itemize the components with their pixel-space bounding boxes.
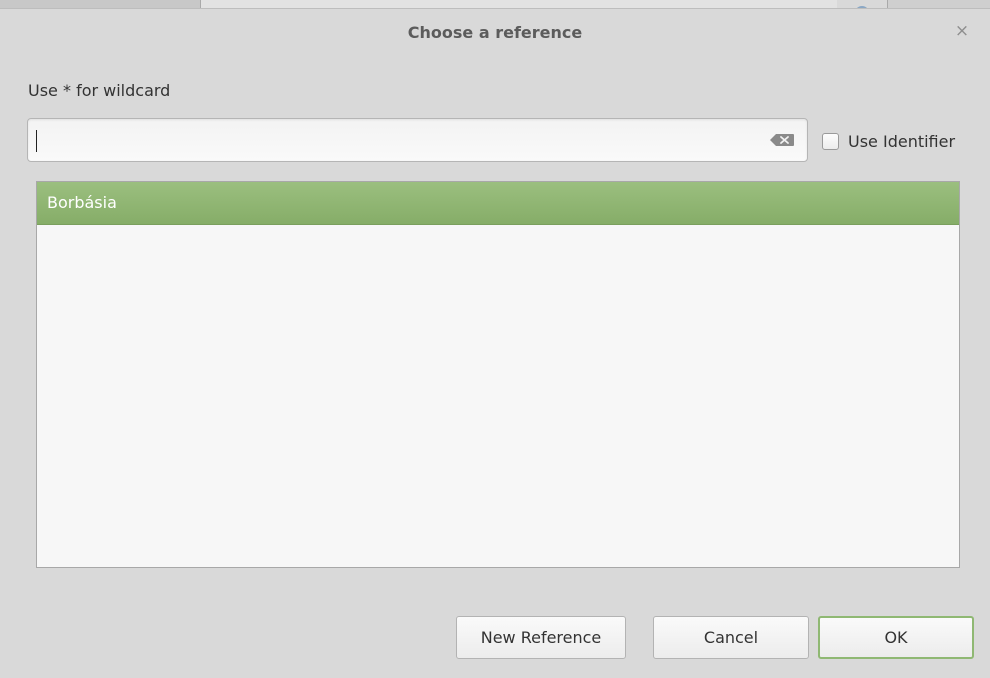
reference-list[interactable]: Borbásia (36, 181, 960, 568)
use-identifier-toggle[interactable]: Use Identifier (822, 130, 955, 152)
ok-button[interactable]: OK (818, 616, 974, 659)
list-item[interactable]: Borbásia (37, 182, 959, 225)
use-identifier-checkbox[interactable] (822, 132, 839, 150)
search-field[interactable] (27, 118, 808, 162)
close-icon[interactable]: × (952, 20, 972, 42)
cancel-button[interactable]: Cancel (653, 616, 809, 659)
text-caret (36, 130, 37, 152)
dialog-titlebar: Choose a reference × (0, 9, 990, 57)
use-identifier-label: Use Identifier (848, 131, 956, 151)
backspace-clear-icon[interactable] (769, 133, 795, 147)
wildcard-hint-label: Use * for wildcard (28, 81, 171, 100)
search-input[interactable] (34, 125, 758, 157)
dialog-title: Choose a reference (407, 23, 583, 42)
new-reference-button[interactable]: New Reference (456, 616, 626, 659)
